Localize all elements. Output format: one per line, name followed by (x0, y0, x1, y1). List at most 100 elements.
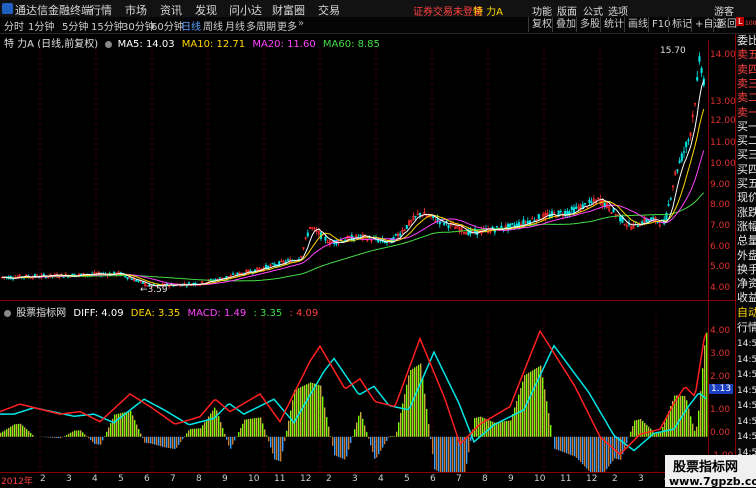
macd-bar (564, 437, 565, 453)
macd-bar (346, 437, 347, 457)
sidebar-auto[interactable]: 自动 (737, 306, 756, 320)
toolbar-tongji[interactable]: 统计 (600, 17, 627, 32)
period-15min[interactable]: 15分钟 (91, 18, 124, 33)
date-tick: 9 (508, 474, 514, 484)
macd-bar (96, 437, 97, 444)
macd-bar (584, 437, 585, 467)
menu-item-wenxiaoda[interactable]: 问小达 (229, 2, 262, 18)
toolbar-huaxian[interactable]: 画线 (624, 17, 651, 32)
menu-item-faxian[interactable]: 发现 (195, 2, 217, 18)
period-30min[interactable]: 30分钟 (122, 18, 155, 33)
ma5-line (2, 81, 704, 286)
macd-bar (452, 437, 453, 472)
macd-bar (144, 437, 145, 443)
macd-bar (680, 396, 681, 437)
macd-bar (258, 418, 259, 437)
macd-bar (576, 437, 577, 458)
macd-bar (590, 437, 591, 472)
macd-bar (234, 437, 235, 441)
menu-item-gongneng[interactable]: 功能 (532, 3, 552, 18)
period-more[interactable]: 更多 (277, 18, 297, 33)
macd-bar (338, 437, 339, 457)
candle-body (406, 225, 408, 228)
menu-item-shichang[interactable]: 市场 (125, 2, 147, 18)
period-60min[interactable]: 60分钟 (151, 18, 184, 33)
period-monthly[interactable]: 月线 (225, 18, 245, 33)
macd-bar (288, 421, 289, 437)
macd-bar (626, 437, 627, 443)
macd-chart[interactable] (0, 316, 708, 472)
macd-bar (54, 437, 55, 438)
toolbar-diejia[interactable]: 叠加 (552, 17, 579, 32)
macd-bar (556, 437, 557, 450)
menu-item-banmian[interactable]: 版面 (557, 3, 577, 18)
menu-item-zixun[interactable]: 资讯 (160, 2, 182, 18)
macd-bar (378, 437, 379, 454)
macd-bar (532, 370, 533, 436)
date-tick: 10 (248, 474, 259, 484)
kline-chart[interactable] (0, 48, 708, 295)
macd-bar (326, 417, 327, 437)
macd-bar (284, 437, 285, 441)
chevron-right-icon[interactable]: » (298, 18, 304, 29)
candle-body (637, 226, 639, 227)
menu-item-jiaoyi[interactable]: 交易 (318, 2, 340, 18)
macd-bar (578, 437, 579, 460)
date-tick: 12 (300, 474, 311, 484)
y-tick: 9.00 (710, 180, 730, 190)
macd-bar (678, 395, 679, 436)
toolbar-fuquan[interactable]: 复权 (528, 17, 555, 32)
macd-bar (174, 437, 175, 449)
toolbar-duogu[interactable]: 多股 (576, 17, 603, 32)
macd-bar (352, 436, 353, 437)
macd-bar (66, 435, 67, 437)
candle-body (681, 154, 683, 161)
panel-divider[interactable] (0, 300, 735, 301)
candle-body (43, 274, 45, 275)
macd-bar (56, 437, 57, 438)
sidebar-item: 换手 (737, 263, 756, 277)
macd-bar (592, 437, 593, 472)
macd-bar (492, 422, 493, 437)
settings-dot-icon[interactable] (105, 41, 112, 48)
macd-bar (342, 437, 343, 459)
menu-item-gongshi[interactable]: 公式 (583, 3, 603, 18)
date-tick: 11 (560, 474, 571, 484)
period-daily[interactable]: 日线 (181, 18, 201, 33)
macd-bar (162, 437, 163, 447)
macd-bar (206, 419, 207, 436)
sidebar-item: 收益 (737, 291, 756, 305)
candle-body (272, 263, 274, 264)
sidebar-item: 买二 (737, 134, 756, 148)
macd-bar (12, 426, 13, 437)
period-multi[interactable]: 多周期 (246, 18, 276, 33)
menu-item-hangqing[interactable]: 行情 (90, 2, 112, 18)
candle-body (523, 220, 525, 225)
macd-bar (292, 400, 293, 436)
candle-body (668, 204, 670, 205)
macd-bar (336, 437, 337, 456)
candle-body (215, 279, 217, 280)
macd-y-tick: 2.00 (710, 372, 730, 382)
watermark-line1: 股票指标网 (665, 455, 756, 475)
menu-item-xuanxiang[interactable]: 选项 (608, 3, 628, 18)
period-5min[interactable]: 5分钟 (62, 18, 88, 33)
macd-bar (140, 434, 141, 437)
high-label: 15.70 (660, 46, 686, 56)
date-tick: 2 (40, 474, 46, 484)
sidebar-hangqing[interactable]: 行情 (737, 321, 756, 335)
macd-bar (534, 369, 535, 437)
menu-item-caifuquan[interactable]: 财富圈 (272, 2, 305, 18)
macd-bar (60, 437, 61, 438)
period-weekly[interactable]: 周线 (203, 18, 223, 33)
period-1min[interactable]: 1分钟 (28, 18, 54, 33)
macd-bar (394, 436, 395, 437)
macd-bar (500, 422, 501, 437)
macd-bar (52, 437, 53, 438)
candle-body (80, 274, 82, 275)
period-fenshi[interactable]: 分时 (4, 18, 24, 33)
tag-l: L (736, 17, 744, 26)
user-label[interactable]: 游客 (714, 3, 734, 18)
macd-bar (702, 368, 703, 437)
macd-bar (440, 437, 441, 472)
